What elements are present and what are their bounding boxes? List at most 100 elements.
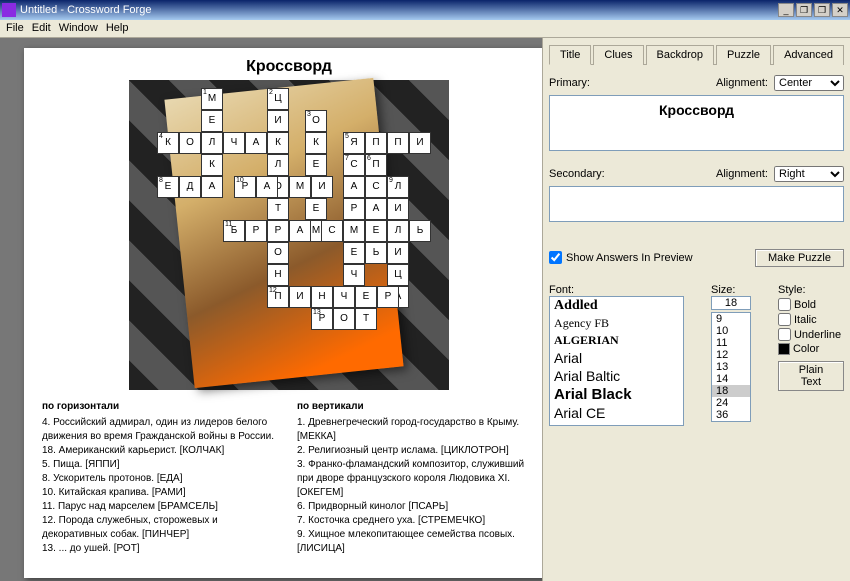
titlebar: Untitled - Crossword Forge _ ❐ ❐ ✕ (0, 0, 850, 20)
secondary-alignment-select[interactable]: Right (774, 166, 844, 182)
size-item[interactable]: 24 (712, 397, 750, 409)
window-title: Untitled - Crossword Forge (20, 4, 778, 16)
crossword-cell: С (321, 220, 343, 242)
crossword-cell: Р13 (311, 308, 333, 330)
color-swatch[interactable]: Color (778, 343, 844, 355)
menubar: File Edit Window Help (0, 20, 850, 38)
crossword-cell: Т (267, 198, 289, 220)
crossword-cell: Е (305, 198, 327, 220)
size-item[interactable]: 13 (712, 361, 750, 373)
clues: по горизонтали 4. Российский адмирал, од… (42, 400, 536, 556)
crossword-cell: М (343, 220, 365, 242)
tabs: Title Clues Backdrop Puzzle Advanced (549, 44, 844, 65)
crossword-cell: Е (305, 154, 327, 176)
clue-item: 9. Хищное млекопитающее семейства псовых… (297, 528, 536, 556)
crossword-cell: И (267, 110, 289, 132)
crossword-cell: А (245, 132, 267, 154)
crossword-cell: И (311, 176, 333, 198)
size-item[interactable]: 36 (712, 409, 750, 421)
menu-window[interactable]: Window (59, 22, 98, 35)
crossword-cell: К4 (157, 132, 179, 154)
close-button[interactable]: ✕ (832, 3, 848, 17)
crossword-cell: Л (267, 154, 289, 176)
menu-edit[interactable]: Edit (32, 22, 51, 35)
crossword-cell: П6 (365, 154, 387, 176)
clue-item: 11. Парус над марселем [БРАМСЕЛЬ] (42, 500, 281, 514)
crossword-cell: Е (343, 242, 365, 264)
font-list[interactable]: AddledAgency FBALGERIANArialArial Baltic… (549, 296, 684, 426)
alignment-label-2: Alignment: (716, 168, 768, 180)
clue-item: 2. Религиозный центр ислама. [ЦИКЛОТРОН] (297, 444, 536, 458)
crossword-grid: М1ЕК4ОЛЧАККЕ8ДАЦ2ИКЛОТРОНО3КЕГЕМЯ5ППИС7А… (129, 80, 449, 390)
style-label: Style: (778, 284, 844, 296)
font-item[interactable]: Arial Black (550, 385, 683, 404)
font-item[interactable]: ALGERIAN (550, 332, 683, 349)
app-icon (2, 3, 16, 17)
crossword-cell: Б11 (223, 220, 245, 242)
font-item[interactable]: Arial CYR (550, 422, 683, 426)
crossword-cell: Л (201, 132, 223, 154)
font-item[interactable]: Arial (550, 349, 683, 367)
font-label: Font: (549, 284, 684, 296)
crossword-cell: П (387, 132, 409, 154)
plain-text-button[interactable]: Plain Text (778, 361, 844, 391)
tab-clues[interactable]: Clues (593, 45, 643, 65)
size-item[interactable]: 18 (712, 385, 750, 397)
menu-file[interactable]: File (6, 22, 24, 35)
crossword-cell: И (387, 198, 409, 220)
tab-puzzle[interactable]: Puzzle (716, 45, 771, 65)
menu-help[interactable]: Help (106, 22, 129, 35)
crossword-cell: Ч (223, 132, 245, 154)
alignment-label: Alignment: (716, 77, 768, 89)
crossword-cell: Р (343, 198, 365, 220)
secondary-text-input[interactable] (549, 186, 844, 222)
size-item[interactable]: 9 (712, 313, 750, 325)
crossword-cell: Е (355, 286, 377, 308)
show-answers-checkbox[interactable]: Show Answers In Preview (549, 251, 693, 264)
make-puzzle-button[interactable]: Make Puzzle (755, 249, 844, 267)
underline-checkbox[interactable]: Underline (778, 328, 844, 341)
tab-backdrop[interactable]: Backdrop (646, 45, 714, 65)
italic-checkbox[interactable]: Italic (778, 313, 844, 326)
crossword-cell: О3 (305, 110, 327, 132)
crossword-cell: А (289, 220, 311, 242)
clue-item: 10. Китайская крапива. [РАМИ] (42, 486, 281, 500)
size-list[interactable]: 91011121314182436 (711, 312, 751, 422)
size-label: Size: (711, 284, 751, 296)
secondary-label: Secondary: (549, 168, 599, 180)
across-title: по горизонтали (42, 400, 281, 414)
size-item[interactable]: 12 (712, 349, 750, 361)
crossword-cell: Д (179, 176, 201, 198)
minimize-button[interactable]: _ (778, 3, 794, 17)
maximize-button[interactable]: ❐ (814, 3, 830, 17)
crossword-cell: Р10 (234, 176, 256, 198)
primary-alignment-select[interactable]: Center (774, 75, 844, 91)
font-item[interactable]: Addled (550, 297, 683, 315)
crossword-cell: М (289, 176, 311, 198)
font-item[interactable]: Agency FB (550, 315, 683, 332)
crossword-cell: С (365, 176, 387, 198)
size-input[interactable] (711, 296, 751, 310)
down-column: по вертикали 1. Древнегреческий город-го… (297, 400, 536, 556)
bold-checkbox[interactable]: Bold (778, 298, 844, 311)
restore-button[interactable]: ❐ (796, 3, 812, 17)
size-item[interactable]: 14 (712, 373, 750, 385)
font-item[interactable]: Arial CE (550, 404, 683, 422)
font-item[interactable]: Arial Baltic (550, 367, 683, 385)
down-title: по вертикали (297, 400, 536, 414)
window-buttons: _ ❐ ❐ ✕ (778, 3, 848, 17)
crossword-cell: Я5 (343, 132, 365, 154)
primary-text-input[interactable] (549, 95, 844, 151)
crossword-cell: Ч (333, 286, 355, 308)
tab-advanced[interactable]: Advanced (773, 45, 844, 65)
crossword-cell: Е8 (157, 176, 179, 198)
crossword-cell: Ц2 (267, 88, 289, 110)
clue-item: 8. Ускоритель протонов. [ЕДА] (42, 472, 281, 486)
tab-title[interactable]: Title (549, 45, 591, 65)
preview-area: Кроссворд М1ЕК4ОЛЧАККЕ8ДАЦ2ИКЛОТРОНО3КЕГ… (0, 38, 542, 581)
crossword-cell: Л (387, 220, 409, 242)
crossword-cell: К (201, 154, 223, 176)
size-item[interactable]: 10 (712, 325, 750, 337)
size-item[interactable]: 11 (712, 337, 750, 349)
crossword-cell: Л9 (387, 176, 409, 198)
